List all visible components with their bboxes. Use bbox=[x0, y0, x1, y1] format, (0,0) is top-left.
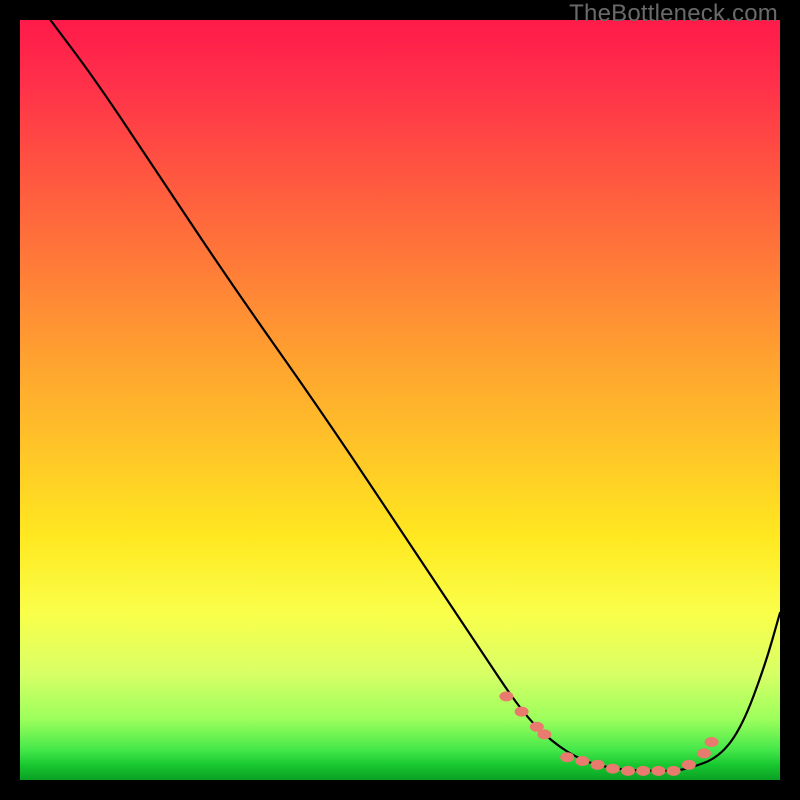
highlight-dot bbox=[499, 691, 513, 701]
highlight-dot bbox=[667, 766, 681, 776]
highlight-dot bbox=[515, 707, 529, 717]
bottleneck-curve-line bbox=[50, 20, 780, 771]
highlight-dot bbox=[705, 737, 719, 747]
highlight-dot bbox=[560, 752, 574, 762]
highlight-dot bbox=[606, 764, 620, 774]
highlight-dot bbox=[537, 729, 551, 739]
chart-svg bbox=[20, 20, 780, 780]
highlight-dot bbox=[621, 766, 635, 776]
highlight-dot bbox=[591, 760, 605, 770]
highlight-dots-group bbox=[499, 691, 718, 776]
highlight-dot bbox=[697, 748, 711, 758]
highlight-dot bbox=[682, 760, 696, 770]
highlight-dot bbox=[575, 756, 589, 766]
highlight-dot bbox=[636, 766, 650, 776]
highlight-dot bbox=[651, 766, 665, 776]
